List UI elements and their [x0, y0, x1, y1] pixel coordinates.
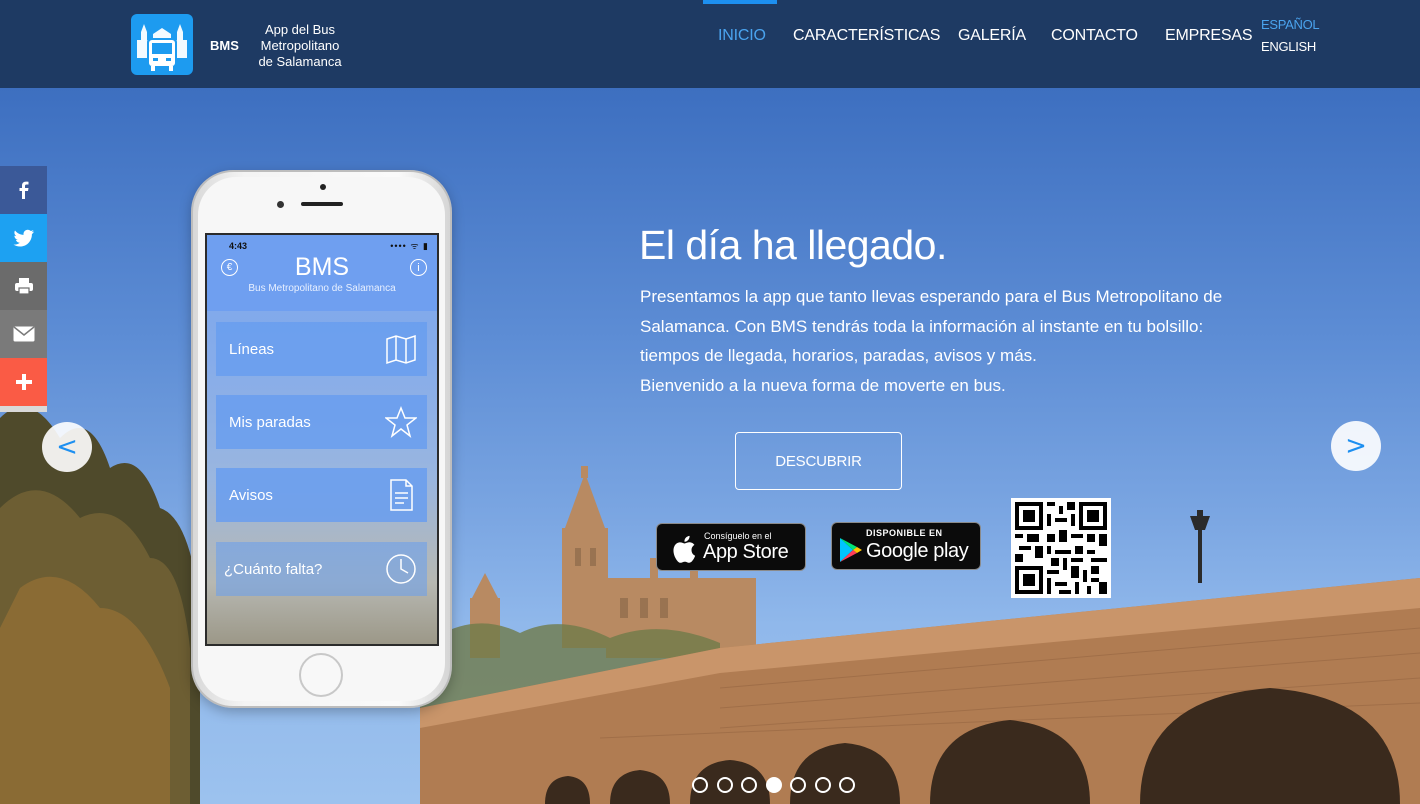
app-menu-cuanto-falta: ¿Cuánto falta?	[216, 542, 427, 596]
google-play-badge[interactable]: DISPONIBLE EN Google play	[831, 522, 981, 570]
google-play-small-text: DISPONIBLE EN	[866, 528, 943, 538]
facebook-icon	[19, 181, 28, 199]
app-subtitle: Bus Metropolitano de Salamanca	[248, 283, 396, 294]
logo-bus-icon[interactable]	[131, 14, 193, 75]
site-header: BMS App del Bus Metropolitano de Salaman…	[0, 0, 1420, 88]
phone-speaker	[301, 202, 343, 206]
apple-icon	[673, 535, 696, 563]
print-button[interactable]	[0, 262, 47, 310]
nav-item-empresas[interactable]: EMPRESAS	[1165, 27, 1253, 45]
app-menu-label: Mis paradas	[229, 413, 311, 431]
app-store-badge[interactable]: Consíguelo en el App Store	[656, 523, 806, 571]
clock-icon	[386, 554, 416, 584]
app-menu-lineas: Líneas	[216, 322, 427, 376]
hero-intro-line: Presentamos la app que tanto llevas espe…	[640, 287, 1223, 306]
descubrir-button[interactable]: DESCUBRIR	[735, 432, 902, 490]
star-icon	[385, 406, 417, 438]
carousel-next-button[interactable]: >	[1331, 421, 1381, 471]
hero-intro-line: Salamanca. Con BMS tendrás toda la infor…	[640, 316, 1204, 336]
app-menu-avisos: Avisos	[216, 468, 427, 522]
document-icon	[390, 479, 413, 511]
social-bar-bottom	[0, 406, 47, 412]
brand-tagline-line: de Salamanca	[258, 54, 342, 69]
brand-tagline-line: App del Bus	[264, 22, 336, 37]
phone-status-icons: •••• ᯤ ▮	[390, 241, 429, 251]
phone-time: 4:43	[229, 241, 248, 251]
brand-tagline: App del Bus Metropolitano de Salamanca	[252, 22, 348, 70]
carousel-dot[interactable]	[814, 777, 831, 793]
plus-icon	[15, 374, 32, 390]
twitter-share-button[interactable]	[0, 214, 47, 262]
carousel-dot[interactable]	[839, 777, 855, 793]
phone-sensor	[277, 201, 284, 208]
nav-active-indicator	[703, 0, 777, 4]
email-share-button[interactable]	[0, 310, 47, 358]
carousel-dot[interactable]	[790, 777, 806, 793]
social-share-bar	[0, 166, 47, 412]
google-play-big-text: Google play	[866, 540, 969, 562]
envelope-icon	[13, 326, 34, 342]
nav-item-caracteristicas[interactable]: CARACTERÍSTICAS	[793, 27, 940, 45]
app-menu-label: Líneas	[229, 340, 275, 358]
app-menu-label: ¿Cuánto falta?	[224, 560, 323, 578]
carousel-dot-active[interactable]	[765, 777, 782, 793]
brand-tagline-line: Metropolitano	[260, 38, 340, 53]
phone-mockup: 4:43 •••• ᯤ ▮ € i BMS Bus Metropolitano …	[191, 170, 452, 708]
phone-screen: 4:43 •••• ᯤ ▮ € i BMS Bus Metropolitano …	[205, 233, 439, 646]
carousel-dot[interactable]	[716, 777, 733, 793]
google-play-icon	[840, 538, 862, 562]
app-title: BMS	[294, 253, 350, 281]
carousel-dot[interactable]	[692, 777, 708, 793]
facebook-share-button[interactable]	[0, 166, 47, 214]
carousel-dot[interactable]	[741, 777, 757, 793]
app-menu-label: Avisos	[229, 486, 273, 504]
brand-short: BMS	[210, 38, 239, 53]
map-icon	[386, 334, 416, 365]
phone-camera	[320, 184, 326, 190]
app-menu-mis-paradas: Mis paradas	[216, 395, 427, 449]
hero-headline: El día ha llegado.	[639, 222, 947, 268]
hero-intro-line: Bienvenido a la nueva forma de moverte e…	[640, 375, 1006, 395]
nav-item-inicio[interactable]: INICIO	[718, 27, 766, 45]
more-share-button[interactable]	[0, 358, 47, 406]
language-english[interactable]: ENGLISH	[1261, 39, 1316, 54]
hero-intro-line: tiempos de llegada, horarios, paradas, a…	[640, 346, 1037, 365]
printer-icon	[14, 278, 33, 295]
qr-code-icon	[1011, 498, 1111, 598]
app-store-big-text: App Store	[703, 541, 789, 563]
nav-item-contacto[interactable]: CONTACTO	[1051, 27, 1138, 45]
carousel-pagination	[692, 777, 855, 793]
app-store-small-text: Consíguelo en el	[704, 531, 772, 541]
twitter-icon	[13, 229, 34, 247]
carousel-prev-button[interactable]: <	[42, 422, 92, 472]
nav-item-galeria[interactable]: GALERÍA	[958, 27, 1026, 45]
phone-home-button	[299, 653, 343, 697]
hero-intro: Presentamos la app que tanto llevas espe…	[640, 282, 1240, 400]
language-espanol[interactable]: ESPAÑOL	[1261, 17, 1320, 32]
